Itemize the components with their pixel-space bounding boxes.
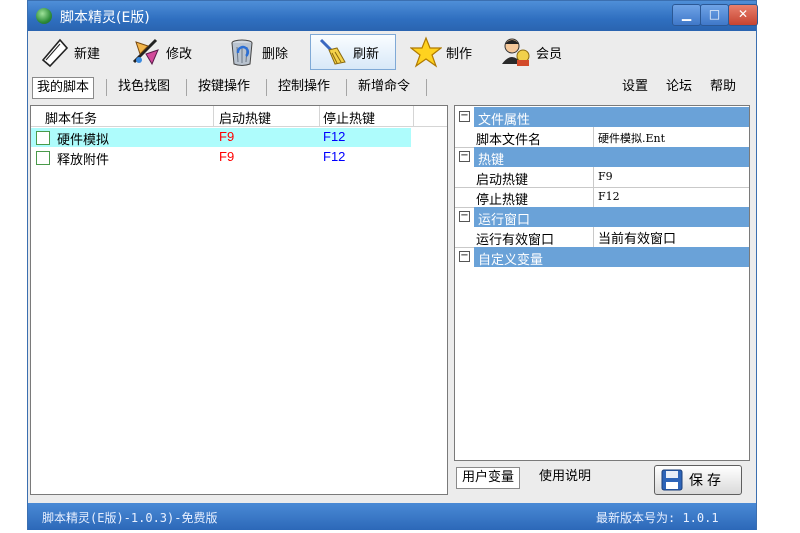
category-run-window[interactable]: − 运行窗口 (455, 207, 749, 228)
property-grid[interactable]: − 文件属性 脚本文件名 硬件模拟.Ent − 热键 启动热键 F9 停止热键 … (454, 105, 750, 461)
new-label: 新建 (74, 46, 101, 62)
row-start-key: F9 (219, 149, 235, 164)
script-list[interactable]: 脚本任务 启动热键 停止热键 硬件模拟 F9 F12 释放附件 F9 F12 (30, 105, 448, 495)
property-name: 脚本文件名 (476, 133, 542, 148)
member-people-icon (502, 38, 530, 66)
save-button[interactable]: 保存 (654, 465, 742, 495)
minimize-button[interactable]: ▁ (672, 4, 701, 26)
status-latest-version: 最新版本号为: 1.0.1 (596, 511, 719, 525)
delete-button[interactable]: 删除 (220, 34, 294, 70)
row-checkbox[interactable] (36, 131, 50, 145)
property-value[interactable]: 当前有效窗口 (598, 228, 676, 247)
category-label: 文件属性 (478, 113, 531, 128)
tab-separator (346, 79, 347, 96)
tab-separator (266, 79, 267, 96)
broom-icon (319, 38, 346, 65)
column-header-stop-key[interactable]: 停止热键 (323, 108, 375, 127)
property-divider (593, 167, 594, 187)
row-task-name: 释放附件 (57, 153, 110, 168)
table-row[interactable]: 硬件模拟 F9 F12 (31, 128, 411, 148)
delete-label: 删除 (262, 46, 289, 62)
column-divider (319, 106, 320, 126)
row-stop-key: F12 (323, 149, 346, 164)
floppy-disk-icon (661, 469, 683, 491)
property-name: 停止热键 (476, 193, 529, 208)
tab-usage-instructions[interactable]: 使用说明 (534, 467, 596, 487)
status-bar: 脚本精灵(E版)-1.0.3)-免费版 最新版本号为: 1.0.1 (28, 503, 756, 530)
property-divider (593, 127, 594, 147)
property-name: 启动热键 (476, 173, 529, 188)
collapse-toggle-icon[interactable]: − (459, 211, 470, 222)
list-header: 脚本任务 启动热键 停止热键 (31, 106, 447, 127)
row-start-key: F9 (219, 129, 235, 144)
edit-label: 修改 (166, 46, 193, 62)
refresh-button[interactable]: 刷新 (310, 34, 396, 70)
property-row[interactable]: 停止热键 F12 (455, 187, 749, 208)
table-row[interactable]: 释放附件 F9 F12 (31, 148, 411, 168)
status-version-text: 脚本精灵(E版)-1.0.3)-免费版 (42, 511, 218, 525)
close-button[interactable]: ✕ (728, 4, 758, 26)
property-value[interactable]: F9 (598, 170, 613, 183)
new-button[interactable]: 新建 (32, 34, 106, 70)
row-checkbox[interactable] (36, 151, 50, 165)
edit-button[interactable]: 修改 (124, 34, 198, 70)
tab-find-color[interactable]: 找色找图 (114, 77, 174, 97)
tab-new-command[interactable]: 新增命令 (354, 77, 414, 97)
tab-control-operations[interactable]: 控制操作 (274, 77, 334, 97)
tab-key-operations[interactable]: 按键操作 (194, 77, 254, 97)
refresh-label: 刷新 (353, 46, 380, 62)
save-label: 保存 (689, 473, 725, 489)
tab-separator (426, 79, 427, 96)
star-icon (410, 36, 442, 68)
tab-separator (186, 79, 187, 96)
column-divider (213, 106, 214, 126)
edit-brush-icon (132, 38, 159, 66)
make-button[interactable]: 制作 (404, 34, 478, 70)
property-value[interactable]: 硬件模拟.Ent (598, 130, 665, 146)
collapse-toggle-icon[interactable]: − (459, 111, 470, 122)
category-label: 热键 (478, 153, 505, 168)
member-button[interactable]: 会员 (494, 34, 568, 70)
new-document-icon (41, 38, 69, 68)
property-name: 运行有效窗口 (476, 233, 555, 248)
property-row[interactable]: 运行有效窗口 当前有效窗口 (455, 227, 749, 248)
forum-link[interactable]: 论坛 (666, 77, 692, 97)
category-label: 运行窗口 (478, 213, 531, 228)
row-stop-key: F12 (323, 129, 346, 144)
column-header-task[interactable]: 脚本任务 (45, 108, 97, 127)
property-divider (593, 227, 594, 247)
property-row[interactable]: 启动热键 F9 (455, 167, 749, 188)
settings-link[interactable]: 设置 (622, 77, 648, 97)
trash-can-icon (231, 39, 253, 66)
help-link[interactable]: 帮助 (710, 77, 736, 97)
window-title: 脚本精灵(E版) (60, 10, 150, 26)
tab-user-variables[interactable]: 用户变量 (456, 467, 521, 489)
category-file-properties[interactable]: − 文件属性 (455, 107, 749, 128)
category-custom-variables[interactable]: − 自定义变量 (455, 247, 749, 268)
property-divider (593, 187, 594, 207)
toolbar: 新建 修改 删除 刷新 制作 会员 (28, 31, 756, 73)
row-task-name: 硬件模拟 (57, 133, 110, 148)
property-row[interactable]: 脚本文件名 硬件模拟.Ent (455, 127, 749, 148)
category-label: 自定义变量 (478, 253, 544, 268)
member-label: 会员 (536, 46, 563, 62)
tab-row: 我的脚本 找色找图 按键操作 控制操作 新增命令 设置 论坛 帮助 (28, 75, 756, 99)
collapse-toggle-icon[interactable]: − (459, 251, 470, 262)
maximize-button[interactable]: □ (700, 4, 729, 26)
app-window: 脚本精灵(E版) ▁ □ ✕ 新建 修改 删除 刷新 制作 会员 我的脚本 找色… (27, 0, 758, 530)
column-header-start-key[interactable]: 启动热键 (219, 108, 271, 127)
make-label: 制作 (446, 46, 473, 62)
column-divider (413, 106, 414, 126)
app-logo-icon (36, 8, 52, 24)
collapse-toggle-icon[interactable]: − (459, 151, 470, 162)
title-bar[interactable]: 脚本精灵(E版) ▁ □ ✕ (28, 1, 758, 31)
tab-separator (106, 79, 107, 96)
tab-my-scripts[interactable]: 我的脚本 (32, 77, 95, 99)
property-value[interactable]: F12 (598, 190, 620, 203)
category-hotkey[interactable]: − 热键 (455, 147, 749, 168)
